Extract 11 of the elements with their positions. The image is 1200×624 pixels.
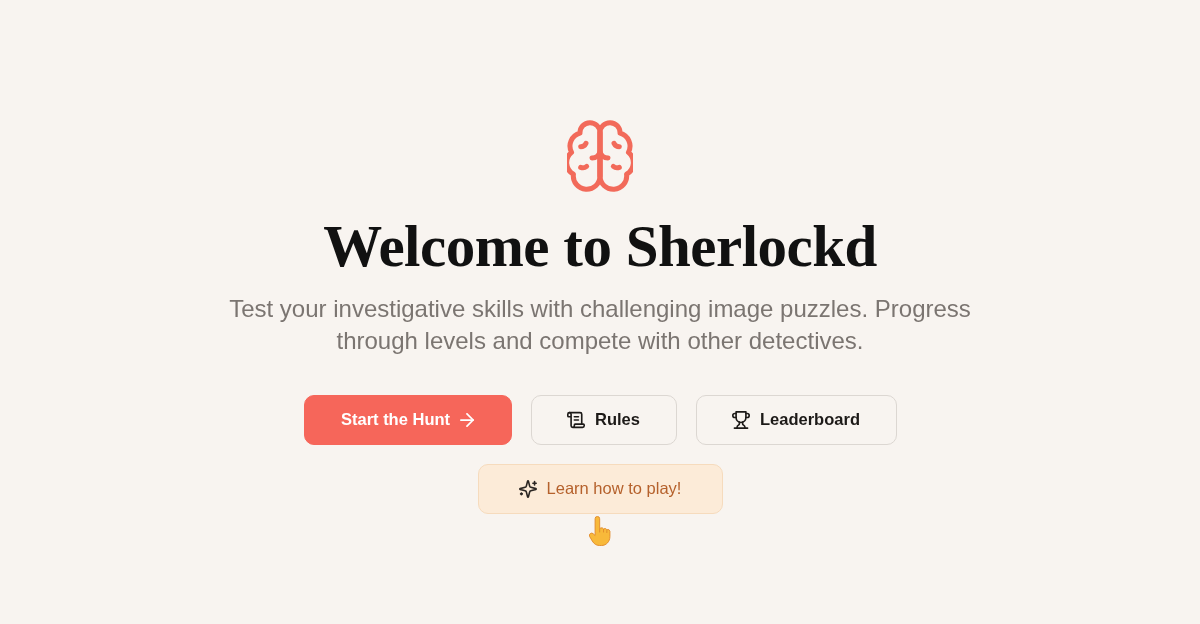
pointing-hand-icon [589,515,611,546]
subtitle-text: Test your investigative skills with challenging image puzzles. Progress through levels and compete with other detectives. [228,293,972,356]
scroll-icon [567,410,586,429]
learn-how-to-play-button[interactable]: Learn how to play! [477,463,723,514]
page-title: Welcome to Sherlockd [323,214,877,279]
brain-icon [567,120,633,192]
arrow-right-icon [460,412,475,427]
sparkles-icon [518,479,537,498]
leaderboard-button[interactable]: Leaderboard [695,394,897,445]
trophy-icon [732,410,750,429]
rules-button[interactable]: Rules [530,394,677,445]
